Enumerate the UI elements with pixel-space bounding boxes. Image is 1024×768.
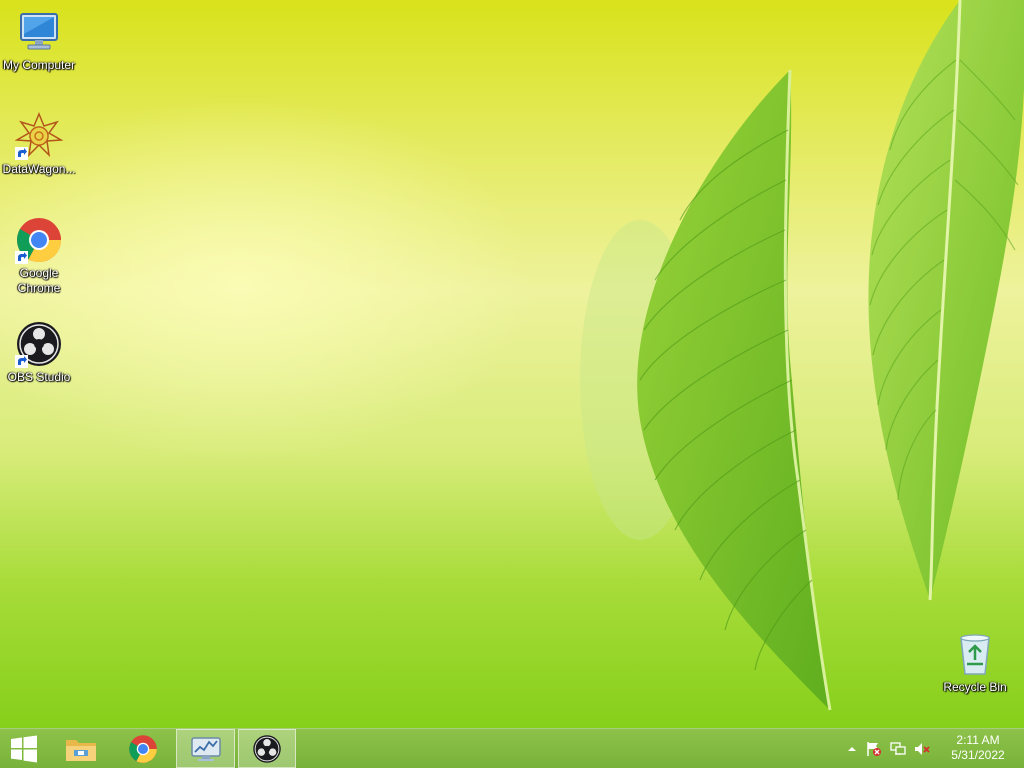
action-center-flag-icon	[867, 742, 881, 756]
show-hidden-icons-button[interactable]	[844, 741, 860, 757]
volume-button[interactable]	[914, 741, 930, 757]
chevron-up-icon	[848, 747, 856, 751]
computer-icon	[15, 8, 63, 56]
desktop-icon-obs-studio[interactable]: OBS Studio	[0, 320, 78, 385]
taskbar-obs-button[interactable]	[238, 729, 296, 768]
obs-icon	[15, 320, 63, 368]
taskbar-resource-monitor-button[interactable]	[176, 729, 235, 768]
volume-muted-icon	[915, 743, 930, 755]
desktop-icon-datawagon[interactable]: DataWagon...	[0, 112, 78, 177]
taskbar-clock[interactable]: 2:11 AM 5/31/2022	[946, 733, 1010, 763]
desktop-icon-label: DataWagon...	[2, 162, 76, 176]
windows-logo-icon	[11, 735, 37, 762]
shortcut-arrow-icon	[15, 355, 28, 368]
taskbar-chrome-button[interactable]	[116, 729, 170, 768]
taskbar-file-explorer-button[interactable]	[54, 729, 108, 768]
datawagon-icon	[14, 112, 64, 160]
start-button[interactable]	[0, 729, 48, 768]
desktop[interactable]: My Computer DataWagon... Google Chrome O…	[0, 0, 1024, 728]
file-explorer-icon	[66, 739, 96, 761]
clock-time: 2:11 AM	[956, 733, 1000, 747]
shortcut-arrow-icon	[15, 147, 28, 160]
network-icon	[890, 742, 906, 755]
network-button[interactable]	[890, 741, 906, 757]
desktop-icon-recycle-bin[interactable]: Recycle Bin	[936, 630, 1014, 695]
shortcut-arrow-icon	[15, 251, 28, 264]
chrome-icon	[15, 216, 63, 264]
desktop-icon-google-chrome[interactable]: Google Chrome	[0, 216, 78, 296]
taskbar: 2:11 AM 5/31/2022	[0, 728, 1024, 768]
recycle-bin-icon	[951, 630, 999, 678]
chrome-icon	[129, 734, 157, 763]
obs-icon	[253, 734, 281, 763]
desktop-icon-label: OBS Studio	[7, 370, 71, 384]
action-center-button[interactable]	[866, 741, 882, 757]
wallpaper-leaves	[580, 0, 1024, 711]
desktop-icon-my-computer[interactable]: My Computer	[0, 8, 78, 73]
desktop-icon-label: Google Chrome	[17, 266, 61, 295]
desktop-icon-label: Recycle Bin	[943, 680, 1007, 694]
desktop-icon-label: My Computer	[2, 58, 76, 72]
system-tray: 2:11 AM 5/31/2022	[844, 729, 1024, 768]
clock-date: 5/31/2022	[951, 748, 1005, 762]
resource-monitor-icon	[190, 736, 221, 761]
